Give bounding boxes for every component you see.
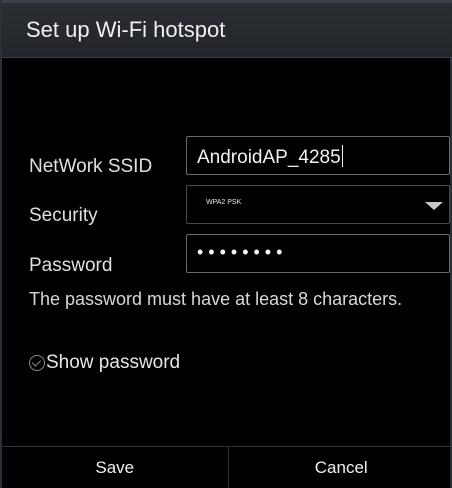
password-hint: The password must have at least 8 charac…	[29, 289, 403, 309]
ssid-input-value: AndroidAP_4285	[197, 145, 343, 168]
password-input-value: ••••••••	[197, 242, 288, 262]
dialog-footer: Save Cancel	[2, 446, 452, 488]
dialog-header: Set up Wi-Fi hotspot	[2, 0, 452, 58]
cancel-button[interactable]: Cancel	[229, 447, 452, 488]
ssid-label: NetWork SSID	[29, 156, 153, 177]
save-button[interactable]: Save	[2, 447, 229, 488]
dialog-title: Set up Wi-Fi hotspot	[26, 17, 226, 42]
security-label: Security	[29, 205, 98, 226]
check-circle-icon	[29, 355, 45, 371]
password-input[interactable]: ••••••••	[186, 234, 450, 273]
text-cursor	[341, 145, 343, 167]
hotspot-dialog: Set up Wi-Fi hotspot NetWork SSID Androi…	[0, 0, 452, 488]
security-select-value: WPA2 PSK	[206, 199, 242, 206]
ssid-input[interactable]: AndroidAP_4285	[186, 136, 450, 175]
security-select[interactable]: WPA2 PSK	[186, 185, 450, 224]
password-label: Password	[29, 255, 113, 276]
show-password-label: Show password	[46, 352, 181, 373]
show-password-checkbox[interactable]: Show password	[29, 350, 180, 376]
chevron-down-icon	[425, 202, 443, 210]
